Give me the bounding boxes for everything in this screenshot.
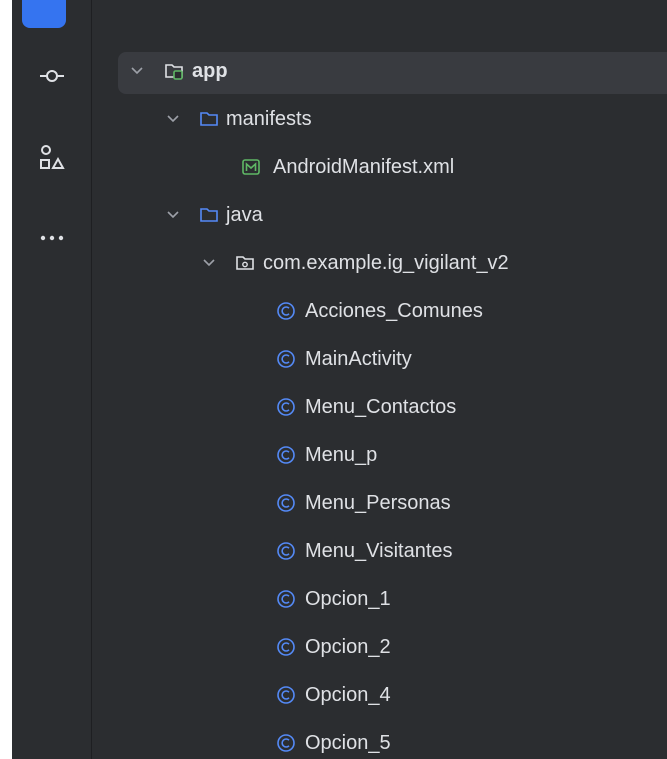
commit-icon[interactable] xyxy=(32,56,72,96)
tree-node-class[interactable]: Menu_Contactos xyxy=(92,383,667,431)
module-folder-icon xyxy=(165,64,183,80)
project-tool-window: app manifests AndroidManifest.xml java c… xyxy=(0,0,667,759)
tree-node-class[interactable]: Opcion_1 xyxy=(92,575,667,623)
tree-node-class[interactable]: MainActivity xyxy=(92,335,667,383)
tree-node-label: Opcion_5 xyxy=(305,732,391,754)
tree-node-class[interactable]: Menu_Visitantes xyxy=(92,527,667,575)
tree-node-class[interactable]: Menu_Personas xyxy=(92,479,667,527)
tree-node-label: manifests xyxy=(226,108,312,130)
class-icon xyxy=(277,446,295,464)
class-icon xyxy=(277,542,295,560)
package-icon xyxy=(236,256,254,270)
tree-node-android-manifest[interactable]: AndroidManifest.xml xyxy=(92,143,667,191)
tree-node-label: Opcion_4 xyxy=(305,684,391,706)
chevron-down-icon[interactable] xyxy=(130,64,144,78)
tree-node-label: AndroidManifest.xml xyxy=(273,156,455,178)
class-icon xyxy=(277,590,295,608)
tree-node-label: Opcion_2 xyxy=(305,636,391,658)
tree-node-class[interactable]: Menu_p xyxy=(92,431,667,479)
tree-node-label: Menu_Visitantes xyxy=(305,540,453,562)
tree-node-label: app xyxy=(192,60,228,82)
tree-node-label: Menu_p xyxy=(305,444,378,466)
tree-node-class[interactable]: Opcion_2 xyxy=(92,623,667,671)
tool-window-strip xyxy=(12,0,92,759)
tree-node-label: Acciones_Comunes xyxy=(305,300,483,322)
tree-node-class[interactable]: Acciones_Comunes xyxy=(92,287,667,335)
tree-node-label: Opcion_1 xyxy=(305,588,391,610)
project-tree: app manifests AndroidManifest.xml java c… xyxy=(92,0,667,759)
tree-node-label: Menu_Contactos xyxy=(305,396,457,418)
chevron-down-icon[interactable] xyxy=(202,256,216,270)
tree-node-package[interactable]: com.example.ig_vigilant_v2 xyxy=(92,239,667,287)
active-project-tool-button[interactable] xyxy=(22,0,66,28)
chevron-down-icon[interactable] xyxy=(166,112,180,126)
class-icon xyxy=(277,638,295,656)
class-icon xyxy=(277,350,295,368)
tree-node-java[interactable]: java xyxy=(92,191,667,239)
class-icon xyxy=(277,398,295,416)
chevron-down-icon[interactable] xyxy=(166,208,180,222)
folder-icon xyxy=(200,208,218,222)
tree-node-app[interactable]: app xyxy=(92,47,667,95)
tree-node-class[interactable]: Opcion_4 xyxy=(92,671,667,719)
class-icon xyxy=(277,686,295,704)
tree-node-label: Menu_Personas xyxy=(305,492,451,514)
class-icon xyxy=(277,494,295,512)
tree-node-manifests[interactable]: manifests xyxy=(92,95,667,143)
tree-node-label: MainActivity xyxy=(305,348,412,370)
more-icon[interactable] xyxy=(32,218,72,258)
tree-node-label: com.example.ig_vigilant_v2 xyxy=(263,252,509,274)
structure-icon[interactable] xyxy=(32,137,72,177)
folder-icon xyxy=(200,112,218,126)
class-icon xyxy=(277,734,295,752)
class-icon xyxy=(277,302,295,320)
tree-node-label: java xyxy=(226,204,263,226)
tree-node-class[interactable]: Opcion_5 xyxy=(92,719,667,759)
manifest-file-icon xyxy=(242,159,260,175)
window-edge xyxy=(0,0,12,759)
